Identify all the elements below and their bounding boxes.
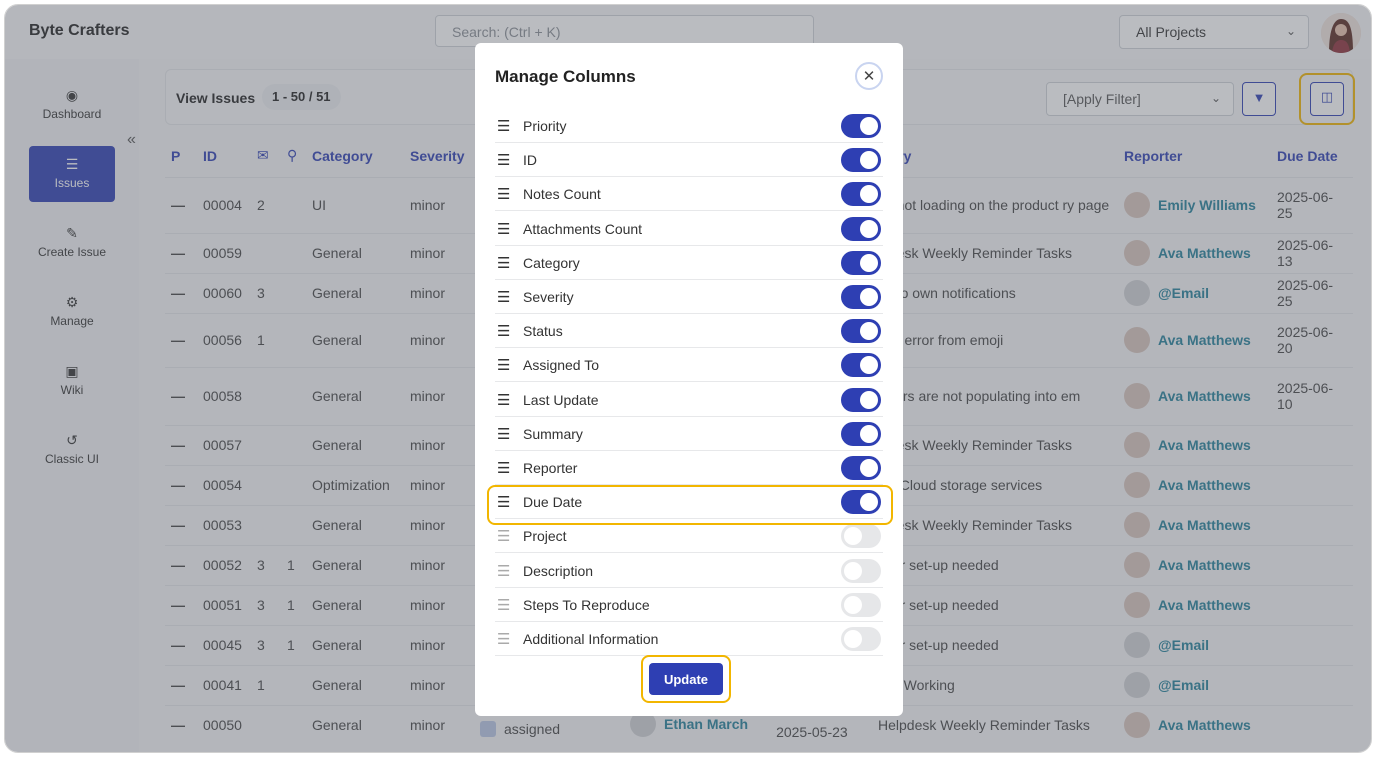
column-label: Reporter: [523, 460, 578, 476]
column-label: Additional Information: [523, 631, 659, 647]
column-toggle[interactable]: [841, 250, 881, 275]
column-toggle[interactable]: [841, 558, 881, 583]
highlight-due-date-row: [487, 485, 893, 525]
column-row-priority: ☰ Priority: [495, 109, 883, 143]
column-toggle[interactable]: [841, 285, 881, 309]
column-row-additional-information: ☰ Additional Information: [495, 622, 883, 656]
column-toggle[interactable]: [841, 319, 881, 344]
drag-handle-icon[interactable]: ☰: [497, 527, 510, 545]
drag-handle-icon[interactable]: ☰: [497, 288, 510, 306]
column-label: Steps To Reproduce: [523, 596, 650, 613]
column-toggle[interactable]: [841, 524, 881, 549]
column-toggle[interactable]: [841, 353, 881, 378]
drag-handle-icon[interactable]: ☰: [497, 596, 510, 614]
drag-handle-icon[interactable]: ☰: [497, 356, 510, 374]
drag-handle-icon[interactable]: ☰: [497, 185, 510, 203]
column-row-attachments-count: ☰ Attachments Count: [495, 212, 883, 246]
column-row-description: ☰ Description: [495, 554, 883, 588]
drag-handle-icon[interactable]: ☰: [497, 117, 510, 135]
highlight-update-button: [641, 655, 731, 703]
column-row-category: ☰ Category: [495, 246, 883, 280]
column-label: Summary: [523, 425, 583, 442]
column-toggle[interactable]: [841, 627, 881, 651]
column-toggle[interactable]: [841, 148, 881, 173]
column-row-reporter: ☰ Reporter: [495, 451, 883, 485]
column-label: Category: [523, 254, 580, 271]
drag-handle-icon[interactable]: ☰: [497, 254, 510, 272]
column-label: Priority: [523, 118, 567, 134]
column-label: Description: [523, 562, 594, 579]
app-window: Byte Crafters Search: (Ctrl + K) All Pro…: [4, 4, 1372, 753]
column-row-id: ☰ ID: [495, 143, 883, 178]
column-row-summary: ☰ Summary: [495, 417, 883, 451]
drag-handle-icon[interactable]: ☰: [497, 220, 510, 238]
column-row-steps-to-reproduce: ☰ Steps To Reproduce: [495, 588, 883, 622]
column-toggle[interactable]: [841, 182, 881, 207]
column-row-status: ☰ Status: [495, 314, 883, 349]
column-label: Last Update: [523, 391, 599, 408]
drag-handle-icon[interactable]: ☰: [497, 459, 510, 477]
drag-handle-icon[interactable]: ☰: [497, 562, 510, 580]
drag-handle-icon[interactable]: ☰: [497, 630, 510, 648]
column-toggle[interactable]: [841, 216, 881, 241]
column-toggle[interactable]: [841, 114, 881, 138]
column-toggle[interactable]: [841, 592, 881, 617]
drag-handle-icon[interactable]: ☰: [497, 391, 510, 409]
drag-handle-icon[interactable]: ☰: [497, 151, 510, 169]
column-toggle[interactable]: [841, 456, 881, 480]
column-row-notes-count: ☰ Notes Count: [495, 177, 883, 212]
close-button[interactable]: ✕: [855, 62, 883, 90]
column-label: Project: [523, 528, 567, 545]
dialog-title: Manage Columns: [495, 67, 636, 86]
column-label: ID: [523, 152, 537, 169]
column-label: Notes Count: [523, 186, 601, 203]
column-row-severity: ☰ Severity: [495, 280, 883, 314]
column-label: Severity: [523, 289, 574, 305]
column-row-last-update: ☰ Last Update: [495, 383, 883, 417]
column-row-assigned-to: ☰ Assigned To: [495, 348, 883, 383]
column-label: Attachments Count: [523, 220, 643, 237]
column-label: Assigned To: [523, 357, 600, 374]
close-icon: ✕: [862, 68, 876, 85]
column-toggle[interactable]: [841, 421, 881, 446]
column-label: Status: [523, 323, 563, 340]
drag-handle-icon[interactable]: ☰: [497, 425, 510, 443]
drag-handle-icon[interactable]: ☰: [497, 322, 510, 340]
manage-columns-dialog: Manage Columns ✕ ☰ Priority ☰ ID ☰ Notes Coun…: [475, 43, 903, 716]
column-toggle[interactable]: [841, 387, 881, 412]
